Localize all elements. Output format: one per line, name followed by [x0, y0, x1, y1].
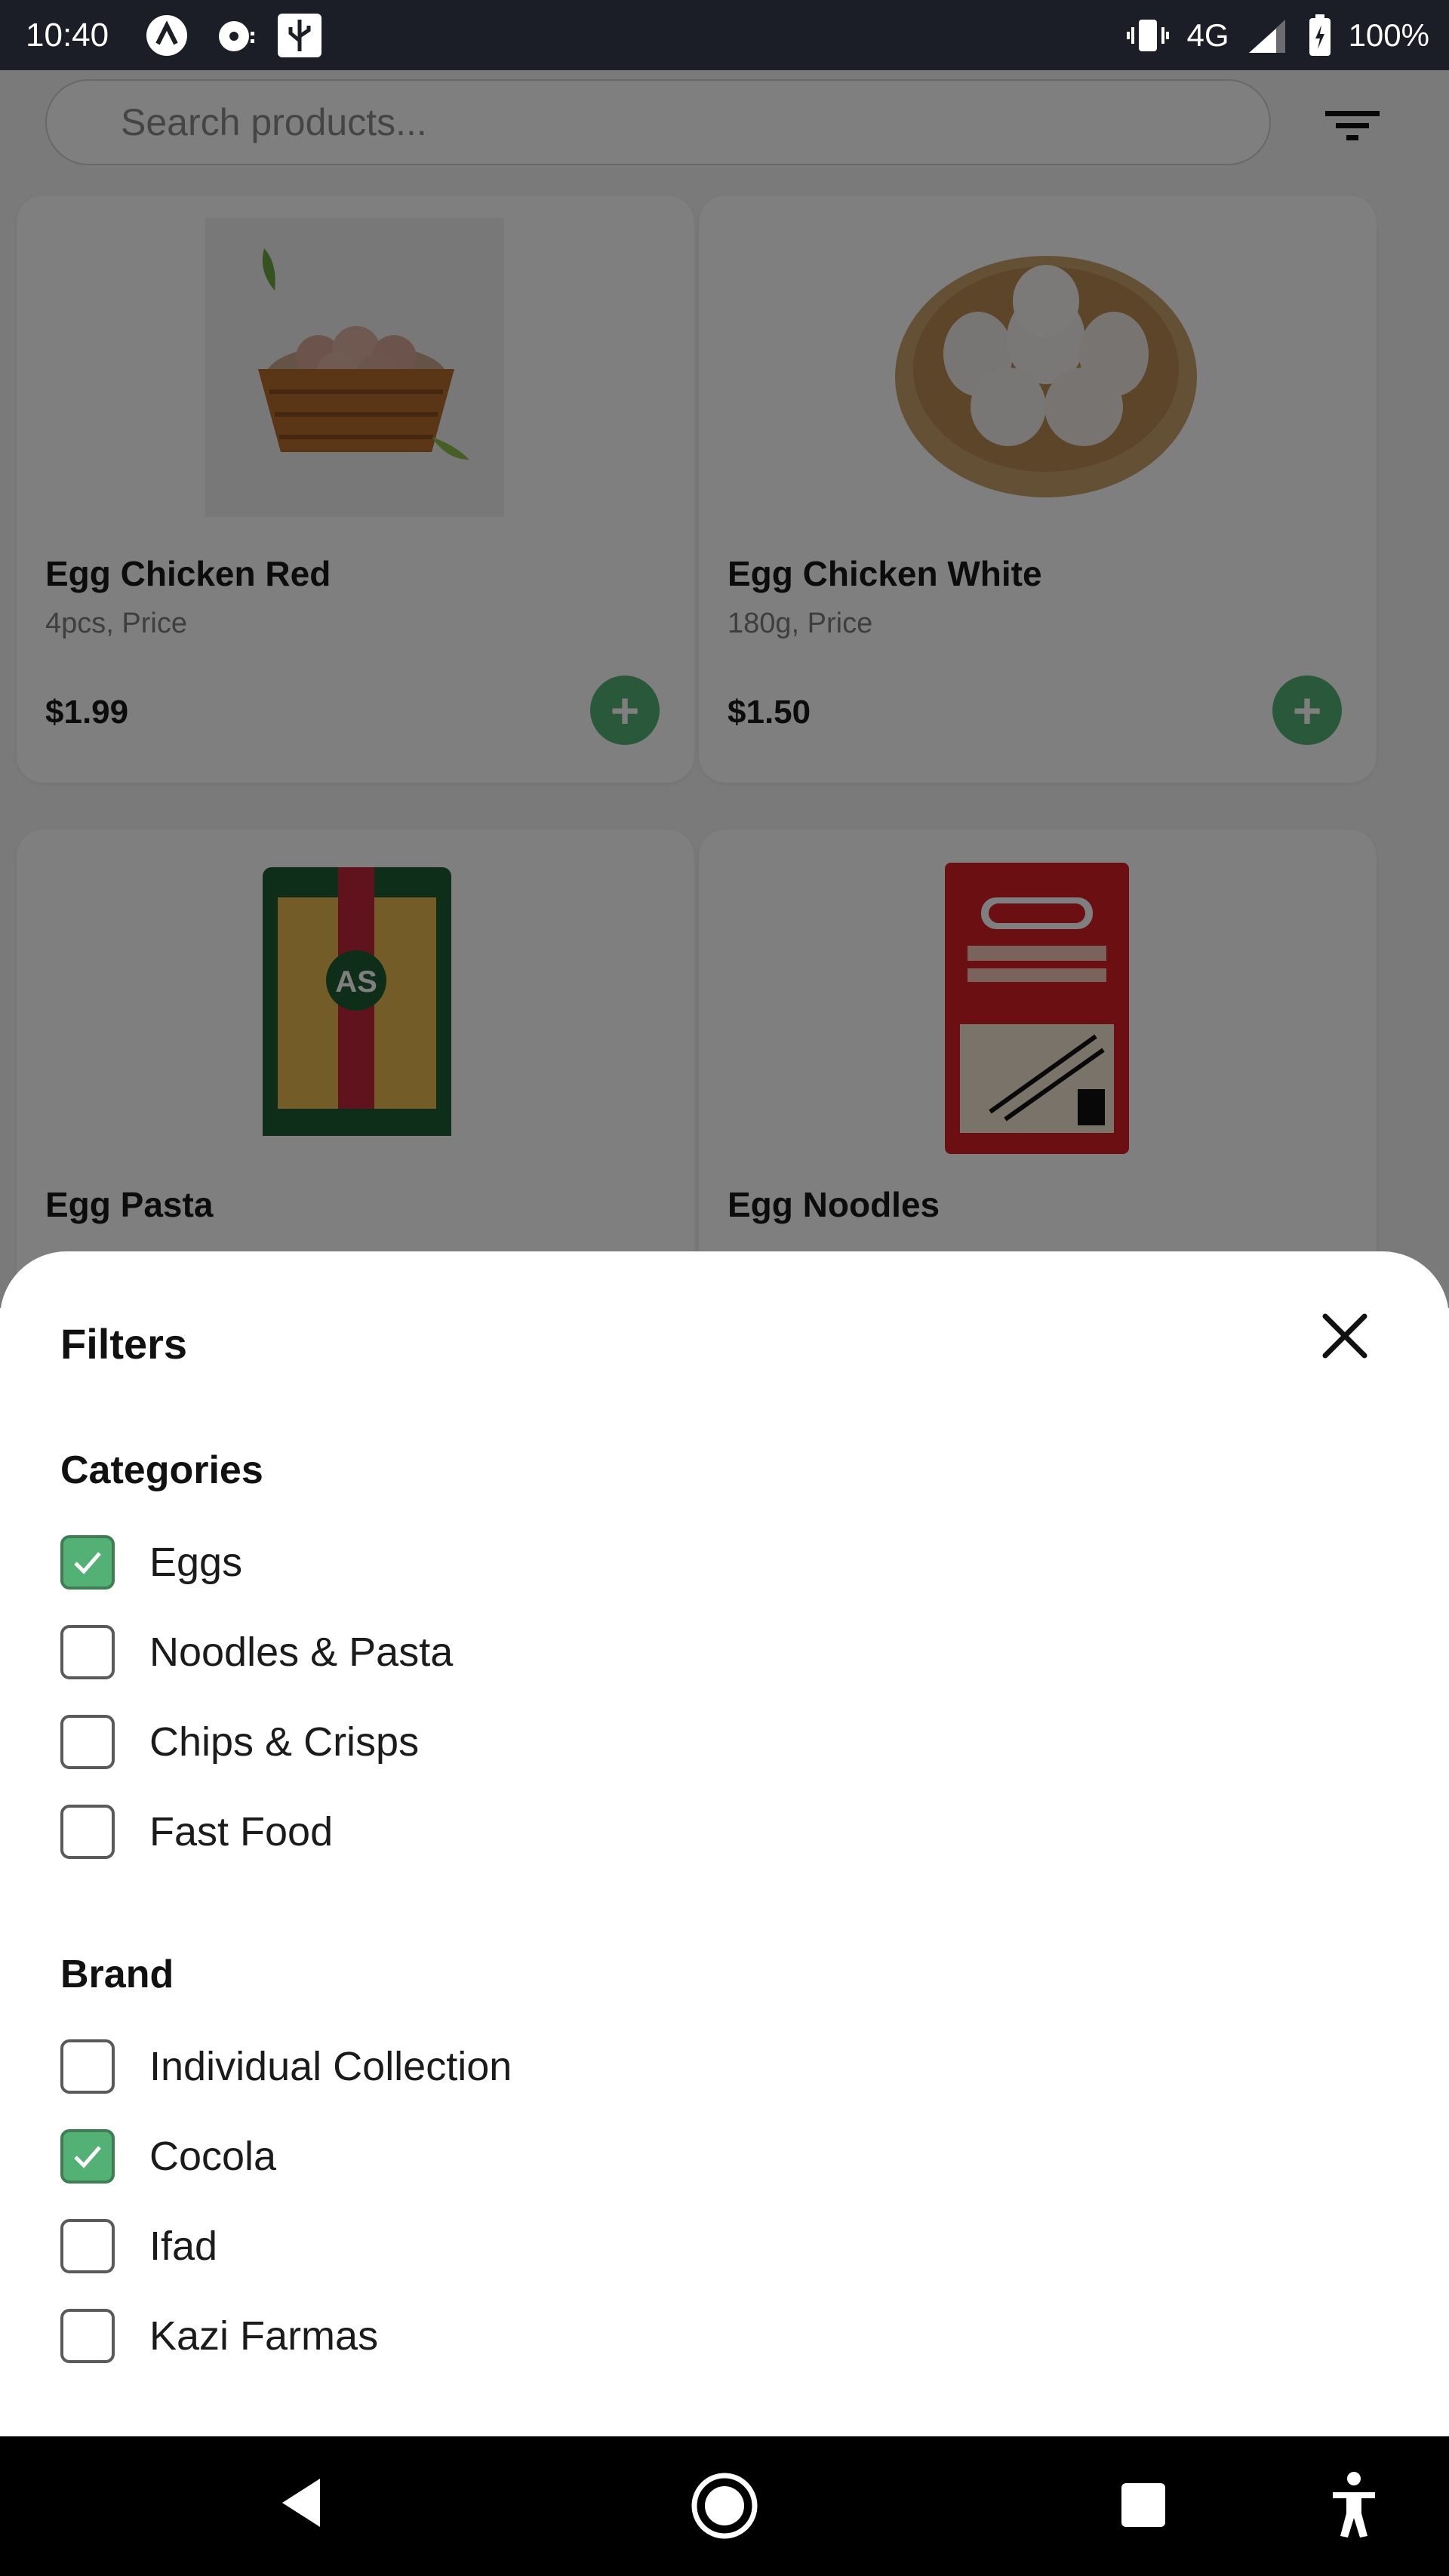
- brand-option-ifad[interactable]: Ifad: [60, 2216, 217, 2276]
- battery-charging-icon: [1309, 14, 1331, 56]
- brand-title: Brand: [60, 1953, 174, 1996]
- checkbox[interactable]: [60, 2219, 115, 2273]
- checkbox-checked[interactable]: [60, 2129, 115, 2184]
- status-bar: 10:40 4G 100%: [0, 0, 1449, 70]
- brand-label: Individual Collection: [149, 2044, 512, 2089]
- checkbox[interactable]: [60, 1805, 115, 1859]
- checkbox[interactable]: [60, 1625, 115, 1679]
- category-option-chips-crisps[interactable]: Chips & Crisps: [60, 1712, 419, 1772]
- checkmark-icon: [74, 2146, 101, 2168]
- category-option-eggs[interactable]: Eggs: [60, 1532, 242, 1593]
- modal-scrim[interactable]: [0, 70, 1449, 1308]
- checkbox[interactable]: [60, 2039, 115, 2094]
- brand-label: Ifad: [149, 2224, 218, 2269]
- category-option-noodles-pasta[interactable]: Noodles & Pasta: [60, 1622, 453, 1682]
- status-right: 4G 100%: [1125, 0, 1429, 70]
- category-label: Eggs: [149, 1540, 243, 1585]
- media-icon: [219, 21, 254, 51]
- brand-label: Cocola: [149, 2134, 277, 2179]
- navigation-bar: [0, 2436, 1449, 2576]
- brand-label: Kazi Farmas: [149, 2313, 379, 2359]
- checkbox-checked[interactable]: [60, 1535, 115, 1590]
- accessibility-icon[interactable]: [1328, 2471, 1380, 2539]
- vibrate-icon: [1126, 19, 1169, 51]
- home-icon[interactable]: [690, 2471, 759, 2541]
- filters-title: Filters: [60, 1320, 188, 1368]
- checkbox[interactable]: [60, 1715, 115, 1769]
- usb-icon: [278, 14, 321, 57]
- status-time: 10:40: [26, 17, 109, 54]
- signal-icon: [1248, 19, 1285, 53]
- category-label: Chips & Crisps: [149, 1719, 420, 1765]
- checkbox[interactable]: [60, 2309, 115, 2363]
- category-label: Noodles & Pasta: [149, 1630, 454, 1675]
- recents-icon[interactable]: [1120, 2482, 1167, 2528]
- filters-sheet: Filters Categories Eggs Noodles & Pasta …: [0, 1251, 1449, 2436]
- brand-option-cocola[interactable]: Cocola: [60, 2126, 276, 2187]
- back-icon[interactable]: [275, 2473, 328, 2533]
- battery-level: 100%: [1348, 17, 1429, 53]
- category-label: Fast Food: [149, 1809, 334, 1854]
- brand-option-kazi-farmas[interactable]: Kazi Farmas: [60, 2306, 378, 2366]
- close-icon[interactable]: [1315, 1306, 1375, 1366]
- categories-title: Categories: [60, 1448, 263, 1492]
- app-a-icon: [146, 15, 187, 56]
- brand-option-individual-collection[interactable]: Individual Collection: [60, 2036, 512, 2097]
- category-option-fast-food[interactable]: Fast Food: [60, 1802, 333, 1862]
- checkmark-icon: [74, 1552, 101, 1574]
- network-type: 4G: [1186, 17, 1229, 53]
